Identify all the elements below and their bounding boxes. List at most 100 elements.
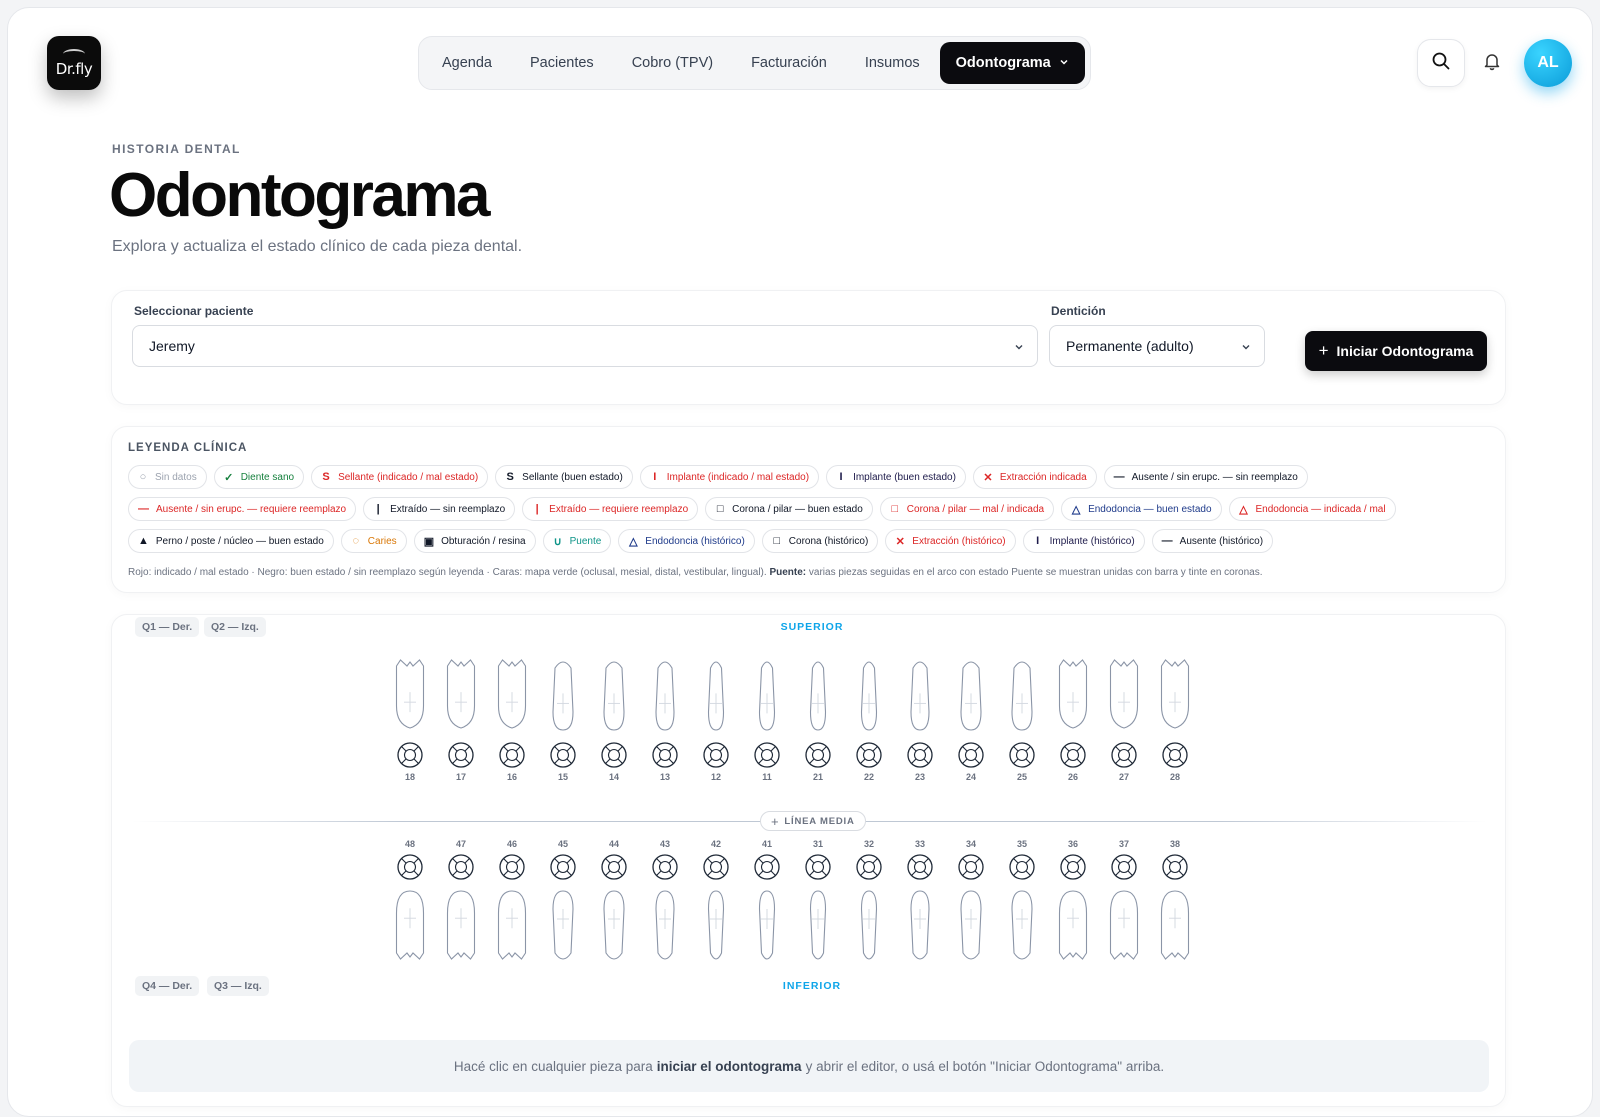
tooth-16[interactable] <box>497 659 527 768</box>
legend-chip: I Implante (indicado / mal estado) <box>639 465 820 489</box>
legend-chip: △ Endodoncia (histórico) <box>618 529 755 553</box>
legend-symbol-icon: — <box>138 503 149 515</box>
tooth-48[interactable] <box>395 854 425 960</box>
tooth-number: 36 <box>1067 839 1079 849</box>
legend-chip: — Ausente (histórico) <box>1151 529 1274 553</box>
nav-item-cobro[interactable]: Cobro (TPV) <box>614 42 731 84</box>
legend-chip: — Ausente / sin erupc. — requiere reempla… <box>128 497 357 521</box>
legend-chip-label: Endodoncia — indicada / mal <box>1255 503 1386 515</box>
legend-symbol-icon: — <box>1113 471 1125 483</box>
tooth-18[interactable] <box>395 659 425 768</box>
odontogram-card: Q1 — Der. Q2 — Izq. SUPERIOR + LÍNEA MED… <box>111 614 1506 1107</box>
search-button[interactable] <box>1417 39 1465 87</box>
tooth-23[interactable] <box>907 661 933 768</box>
legend-chip-label: Corona / pilar — buen estado <box>732 503 863 515</box>
tooth-number: 14 <box>608 772 620 782</box>
tooth-22[interactable] <box>856 661 882 768</box>
tooth-14[interactable] <box>601 661 627 768</box>
tooth-33[interactable] <box>907 854 933 960</box>
app-frame: Dr.fly Agenda Pacientes Cobro (TPV) Fact… <box>7 7 1593 1117</box>
odontogram-hint: Hacé clic en cualquier pieza para inicia… <box>129 1040 1489 1092</box>
legend-chip-label: Sin datos <box>155 471 197 483</box>
patient-selector-card: Seleccionar paciente Jeremy Dentición Pe… <box>111 290 1506 405</box>
tooth-32[interactable] <box>856 854 882 960</box>
tooth-36[interactable] <box>1058 854 1088 960</box>
legend-note-bold: Puente: <box>769 567 807 578</box>
nav-item-pacientes[interactable]: Pacientes <box>512 42 612 84</box>
tooth-34[interactable] <box>958 854 984 960</box>
legend-symbol-icon: I <box>1036 535 1040 547</box>
lower-arch-label: INFERIOR <box>782 980 842 992</box>
tooth-45[interactable] <box>550 854 576 960</box>
tooth-number: 34 <box>965 839 977 849</box>
page-eyebrow: HISTORIA DENTAL <box>112 142 241 156</box>
legend-chip-label: Caries <box>367 535 397 547</box>
tooth-25[interactable] <box>1009 661 1035 768</box>
tooth-26[interactable] <box>1058 659 1088 768</box>
legend-chip: S Sellante (indicado / mal estado) <box>311 465 489 489</box>
tooth-15[interactable] <box>550 661 576 768</box>
tooth-47[interactable] <box>446 854 476 960</box>
tooth-44[interactable] <box>601 854 627 960</box>
legend-chip: | Extraído — requiere reemplazo <box>522 497 699 521</box>
nav-item-insumos[interactable]: Insumos <box>847 42 938 84</box>
tooth-number: 12 <box>710 772 722 782</box>
legend-note: Rojo: indicado / mal estado · Negro: bue… <box>128 567 1263 578</box>
tooth-28[interactable] <box>1160 659 1190 768</box>
legend-chip-label: Endodoncia (histórico) <box>645 535 745 547</box>
nav-item-odontograma-label: Odontograma <box>955 55 1051 71</box>
legend-chip: ▲ Perno / poste / núcleo — buen estado <box>128 529 334 553</box>
tooth-43[interactable] <box>652 854 678 960</box>
tooth-35[interactable] <box>1009 854 1035 960</box>
page-subtitle: Explora y actualiza el estado clínico de… <box>112 238 523 255</box>
legend-chip-label: Endodoncia — buen estado <box>1088 503 1212 515</box>
tooth-37[interactable] <box>1109 854 1139 960</box>
legend-chip: ◌ Caries <box>340 529 407 553</box>
tooth-13[interactable] <box>652 661 678 768</box>
nav-item-agenda[interactable]: Agenda <box>424 42 510 84</box>
tooth-21[interactable] <box>805 661 831 768</box>
tooth-46[interactable] <box>497 854 527 960</box>
legend-chip: △ Endodoncia — buen estado <box>1061 497 1222 521</box>
tooth-12[interactable] <box>703 661 729 768</box>
legend-chip-label: Ausente (histórico) <box>1179 535 1264 547</box>
tooth-number: 41 <box>761 839 773 849</box>
tooth-11[interactable] <box>754 661 780 768</box>
tooth-41[interactable] <box>754 854 780 960</box>
midline-label: LÍNEA MEDIA <box>784 815 855 827</box>
legend-chip-label: Implante (indicado / mal estado) <box>666 471 810 483</box>
tooth-17[interactable] <box>446 659 476 768</box>
tooth-42[interactable] <box>703 854 729 960</box>
legend-chip: □ Corona / pilar — mal / indicada <box>879 497 1055 521</box>
legend-chip-label: Sellante (indicado / mal estado) <box>338 471 479 483</box>
legend-chip-label: Puente <box>569 535 602 547</box>
nav-item-facturacion[interactable]: Facturación <box>733 42 845 84</box>
logo-brand: Dr.fly <box>55 59 93 78</box>
app-logo[interactable]: Dr.fly <box>47 36 101 90</box>
nav-item-odontograma[interactable]: Odontograma <box>939 42 1085 84</box>
legend-chip-label: Perno / poste / núcleo — buen estado <box>155 535 324 547</box>
tooth-24[interactable] <box>958 661 984 768</box>
legend-chip-label: Obturación / resina <box>441 535 526 547</box>
tooth-38[interactable] <box>1160 854 1190 960</box>
legend-note-prefix: Rojo: indicado / mal estado · Negro: bue… <box>128 567 770 578</box>
legend-symbol-icon: ✕ <box>983 471 993 484</box>
dentition-select[interactable]: Permanente (adulto) <box>1049 325 1265 367</box>
tooth-number: 43 <box>659 839 671 849</box>
user-avatar[interactable]: AL <box>1524 39 1572 87</box>
tooth-27[interactable] <box>1109 659 1139 768</box>
quadrant-q3-badge: Q3 — Izq. <box>207 976 269 996</box>
legend-chip-label: Sellante (buen estado) <box>522 471 623 483</box>
legend-chip: ✕ Extracción (histórico) <box>885 529 1016 553</box>
bell-icon <box>1482 51 1502 76</box>
legend-chip: — Ausente / sin erupc. — sin reemplazo <box>1103 465 1308 489</box>
legend-symbol-icon: S <box>506 471 514 483</box>
tooth-number: 46 <box>506 839 518 849</box>
start-odontogram-button[interactable]: + Iniciar Odontograma <box>1305 331 1487 371</box>
legend-symbol-icon: △ <box>629 535 638 548</box>
legend-symbol-icon: △ <box>1071 503 1081 516</box>
patient-select[interactable]: Jeremy <box>132 325 1038 367</box>
tooth-number: 18 <box>404 772 416 782</box>
notifications-button[interactable] <box>1468 39 1516 87</box>
tooth-31[interactable] <box>805 854 831 960</box>
